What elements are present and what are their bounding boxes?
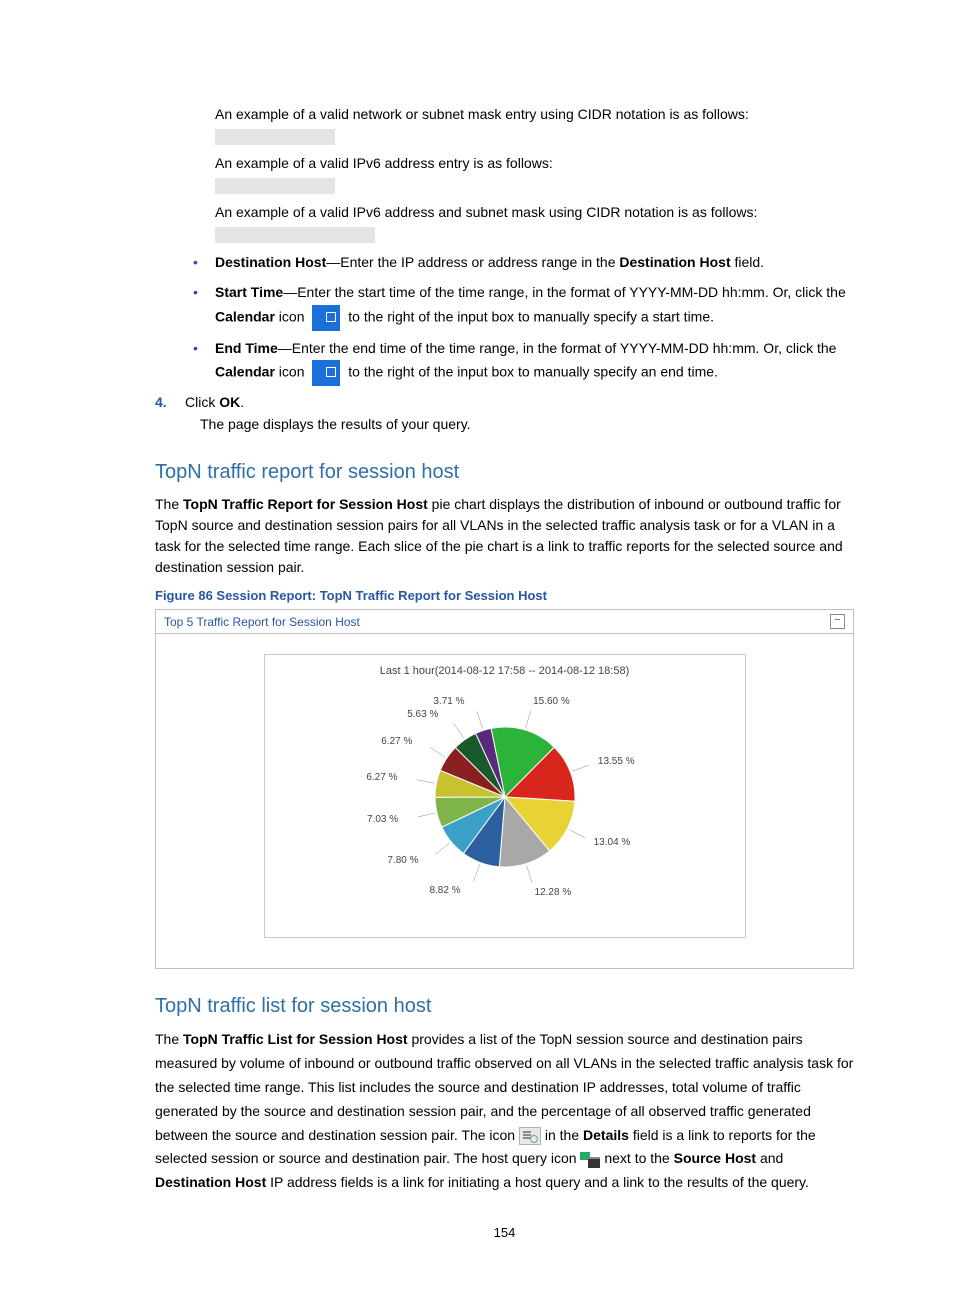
pie-slice-label: 6.27 % [381,736,412,747]
code-placeholder [215,227,375,243]
report-panel: Top 5 Traffic Report for Session Host − … [155,609,854,969]
panel-header: Top 5 Traffic Report for Session Host − [156,610,853,634]
label: Calendar [215,364,275,380]
section-heading-topn-list: TopN traffic list for session host [155,995,854,1018]
intro-block: An example of a valid network or subnet … [215,104,854,243]
section2-paragraph: The TopN Traffic List for Session Host p… [155,1028,854,1195]
label: Destination Host [155,1174,266,1190]
host-query-icon[interactable] [580,1152,600,1168]
label: TopN Traffic Report for Session Host [183,496,428,512]
pie-slice-label: 15.60 % [533,696,570,707]
step-4: 4. Click OK. [155,394,854,410]
pie-slice-label: 6.27 % [366,772,397,783]
text: to the right of the input box to manuall… [344,364,718,380]
bullet-end-time: End Time—Enter the end time of the time … [185,337,854,387]
text: —Enter the start time of the time range,… [283,284,846,300]
step-followup: The page displays the results of your qu… [200,414,854,435]
calendar-icon[interactable] [312,305,340,331]
calendar-icon[interactable] [312,360,340,386]
details-icon[interactable] [519,1127,541,1145]
pie-slice-label: 8.82 % [429,885,460,896]
pie-slice-label: 13.04 % [594,837,631,848]
intro-p1: An example of a valid network or subnet … [215,104,854,125]
panel-title: Top 5 Traffic Report for Session Host [164,615,360,629]
label: Destination Host [215,254,326,270]
page-number: 154 [155,1225,854,1240]
pie-slice-label: 13.55 % [598,756,635,767]
pie-slice-label: 5.63 % [407,709,438,720]
text: to the right of the input box to manuall… [344,308,714,324]
step-number: 4. [155,394,185,410]
text: . [240,394,244,410]
step-text: Click OK. [185,394,244,410]
pie-slice-label: 7.03 % [367,814,398,825]
pie-slice-label: 7.80 % [387,855,418,866]
text: The [155,496,183,512]
label: End Time [215,340,278,356]
document-page: An example of a valid network or subnet … [0,0,954,1280]
code-placeholder [215,129,335,145]
bullet-destination-host: Destination Host—Enter the IP address or… [185,251,854,275]
bullet-start-time: Start Time—Enter the start time of the t… [185,281,854,331]
text: Click [185,394,219,410]
panel-body: Last 1 hour(2014-08-12 17:58 -- 2014-08-… [156,634,853,968]
text: in the [541,1127,583,1143]
section-heading-topn-report: TopN traffic report for session host [155,461,854,484]
ok-label: OK [219,394,240,410]
chart-title: Last 1 hour(2014-08-12 17:58 -- 2014-08-… [275,665,735,677]
text: The [155,1031,183,1047]
intro-p2: An example of a valid IPv6 address entry… [215,153,854,174]
field-bullets: Destination Host—Enter the IP address or… [185,251,854,386]
collapse-icon[interactable]: − [830,614,845,629]
label: Destination Host [619,254,730,270]
text: IP address fields is a link for initiati… [266,1174,809,1190]
pie-slice-label: 12.28 % [535,887,572,898]
figure-caption: Figure 86 Session Report: TopN Traffic R… [155,588,854,603]
intro-p3: An example of a valid IPv6 address and s… [215,202,854,223]
text: and [756,1150,783,1166]
code-placeholder [215,178,335,194]
pie-chart[interactable]: 15.60 % 13.55 % 13.04 % 12.28 % 8.82 % 7.80 %… [355,697,655,917]
label: TopN Traffic List for Session Host [183,1031,408,1047]
text: icon [275,364,308,380]
text: —Enter the IP address or address range i… [326,254,619,270]
label: Start Time [215,284,283,300]
chart-frame: Last 1 hour(2014-08-12 17:58 -- 2014-08-… [264,654,746,938]
label: Calendar [215,308,275,324]
pie-slice-label: 3.71 % [433,696,464,707]
text: next to the [600,1150,673,1166]
text: field. [731,254,764,270]
label: Source Host [674,1150,756,1166]
text: —Enter the end time of the time range, i… [278,340,837,356]
section1-paragraph: The TopN Traffic Report for Session Host… [155,494,854,578]
text: icon [275,308,308,324]
label: Details [583,1127,629,1143]
